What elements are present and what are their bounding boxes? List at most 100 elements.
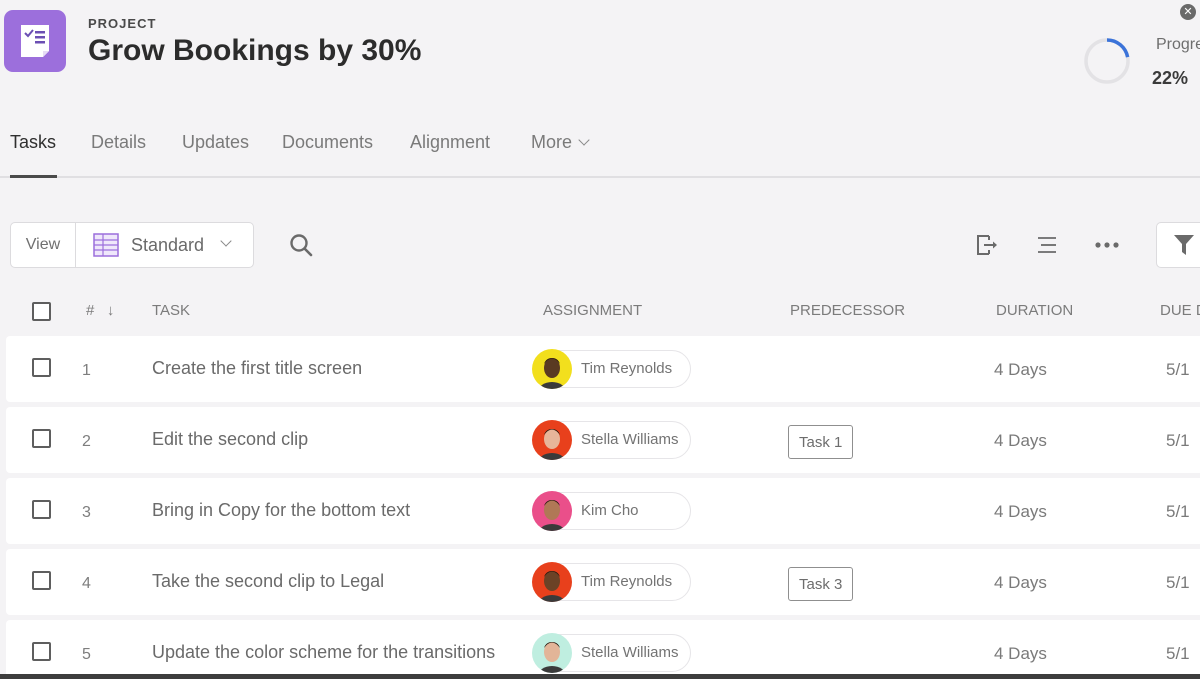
table-view-icon (93, 233, 119, 257)
close-icon[interactable]: ✕ (1180, 4, 1196, 20)
active-tab-indicator (10, 175, 57, 178)
assignee-name: Kim Cho (581, 502, 639, 519)
filter-button[interactable] (1156, 222, 1200, 268)
table-row[interactable]: 4 Take the second clip to Legal Tim Reyn… (6, 549, 1200, 615)
row-checkbox[interactable] (32, 500, 51, 519)
row-checkbox[interactable] (32, 358, 51, 377)
duration-value: 4 Days (994, 360, 1047, 379)
export-icon (977, 235, 997, 255)
chevron-down-icon (220, 235, 232, 247)
predecessor-chip[interactable]: Task 1 (788, 425, 854, 459)
person-icon (538, 642, 566, 673)
table-row[interactable]: 5 Update the color scheme for the transi… (6, 620, 1200, 679)
project-icon (4, 10, 66, 72)
tab-label: Tasks (10, 132, 57, 152)
list-icon (1038, 237, 1056, 253)
row-checkbox[interactable] (32, 429, 51, 448)
person-icon (538, 358, 566, 389)
assignee-name: Tim Reynolds (581, 573, 673, 590)
due-date-value: 5/1 (1166, 573, 1190, 592)
tab-label: Alignment (410, 132, 491, 152)
project-eyebrow: PROJECT (88, 16, 157, 31)
tab-label: Documents (282, 132, 374, 152)
column-header-duration[interactable]: DURATION (996, 302, 1073, 319)
column-header-number[interactable]: # ↓ (86, 302, 114, 319)
assignee-chip[interactable]: Tim Reynolds (532, 349, 691, 389)
sort-arrow-icon[interactable]: ↓ (107, 302, 115, 319)
view-label: View (11, 223, 76, 267)
column-header-predecessor[interactable]: PREDECESSOR (790, 302, 905, 319)
progress-ring (1084, 38, 1130, 84)
view-value: Standard (131, 234, 205, 255)
column-header-task[interactable]: TASK (152, 302, 190, 319)
search-button[interactable] (288, 232, 314, 258)
column-header-assignment[interactable]: ASSIGNMENT (543, 302, 642, 319)
due-date-value: 5/1 (1166, 502, 1190, 521)
assignee-name: Stella Williams (581, 431, 679, 448)
task-name[interactable]: Update the color scheme for the transiti… (152, 642, 495, 663)
assignee-name: Tim Reynolds (581, 360, 673, 377)
progress-value: 22% (1152, 68, 1189, 88)
duration-value: 4 Days (994, 431, 1047, 450)
export-button[interactable] (975, 232, 1001, 258)
tab-label: Updates (182, 132, 250, 152)
avatar (532, 633, 572, 673)
tab-updates[interactable]: Updates (182, 132, 249, 153)
duration-value: 4 Days (994, 573, 1047, 592)
assignee-chip[interactable]: Stella Williams (532, 633, 691, 673)
column-header-due-date[interactable]: DUE D (1160, 302, 1200, 319)
list-settings-button[interactable] (1034, 232, 1060, 258)
avatar (532, 491, 572, 531)
select-all-checkbox[interactable] (32, 302, 51, 321)
row-checkbox[interactable] (32, 642, 51, 661)
row-checkbox[interactable] (32, 571, 51, 590)
row-number: 3 (82, 504, 91, 521)
assignee-name: Stella Williams (581, 644, 679, 661)
person-icon (538, 500, 566, 531)
person-icon (538, 429, 566, 460)
row-number: 2 (82, 433, 91, 450)
tab-bar: Tasks Details Updates Documents Alignmen… (0, 128, 1200, 178)
table-row[interactable]: 1 Create the first title screen Tim Reyn… (6, 336, 1200, 402)
assignee-chip[interactable]: Tim Reynolds (532, 562, 691, 602)
row-number: 1 (82, 362, 91, 379)
tab-more[interactable]: More (531, 132, 590, 153)
more-options-button[interactable] (1094, 232, 1120, 258)
due-date-value: 5/1 (1166, 644, 1190, 663)
task-name[interactable]: Edit the second clip (152, 429, 308, 450)
tab-label: Details (91, 132, 147, 152)
duration-value: 4 Days (994, 644, 1047, 663)
view-dropdown[interactable]: Standard (76, 223, 253, 267)
avatar (532, 420, 572, 460)
table-row[interactable]: 3 Bring in Copy for the bottom text Kim … (6, 478, 1200, 544)
task-name[interactable]: Bring in Copy for the bottom text (152, 500, 410, 521)
assignee-chip[interactable]: Kim Cho (532, 491, 691, 531)
filter-icon (1174, 235, 1194, 255)
avatar (532, 349, 572, 389)
task-name[interactable]: Take the second clip to Legal (152, 571, 384, 592)
tab-documents[interactable]: Documents (282, 132, 373, 153)
tab-details[interactable]: Details (91, 132, 146, 153)
page-title: Grow Bookings by 30% (88, 34, 422, 67)
tab-alignment[interactable]: Alignment (410, 132, 490, 153)
tab-label: More (531, 132, 573, 152)
column-label: # (86, 302, 95, 319)
more-icon (1095, 242, 1119, 248)
assignee-chip[interactable]: Stella Williams (532, 420, 691, 460)
predecessor-chip[interactable]: Task 3 (788, 567, 854, 601)
task-name[interactable]: Create the first title screen (152, 358, 362, 379)
table-row[interactable]: 2 Edit the second clip Stella Williams T… (6, 407, 1200, 473)
person-icon (538, 571, 566, 602)
row-number: 5 (82, 646, 91, 663)
due-date-value: 5/1 (1166, 431, 1190, 450)
avatar (532, 562, 572, 602)
row-number: 4 (82, 575, 91, 592)
search-icon (290, 234, 313, 257)
due-date-value: 5/1 (1166, 360, 1190, 379)
chevron-down-icon (578, 134, 590, 146)
duration-value: 4 Days (994, 502, 1047, 521)
progress-label: Progress (1156, 36, 1200, 53)
bottom-bar (0, 674, 1200, 679)
view-selector: View Standard (10, 222, 254, 268)
tab-tasks[interactable]: Tasks (10, 132, 56, 153)
